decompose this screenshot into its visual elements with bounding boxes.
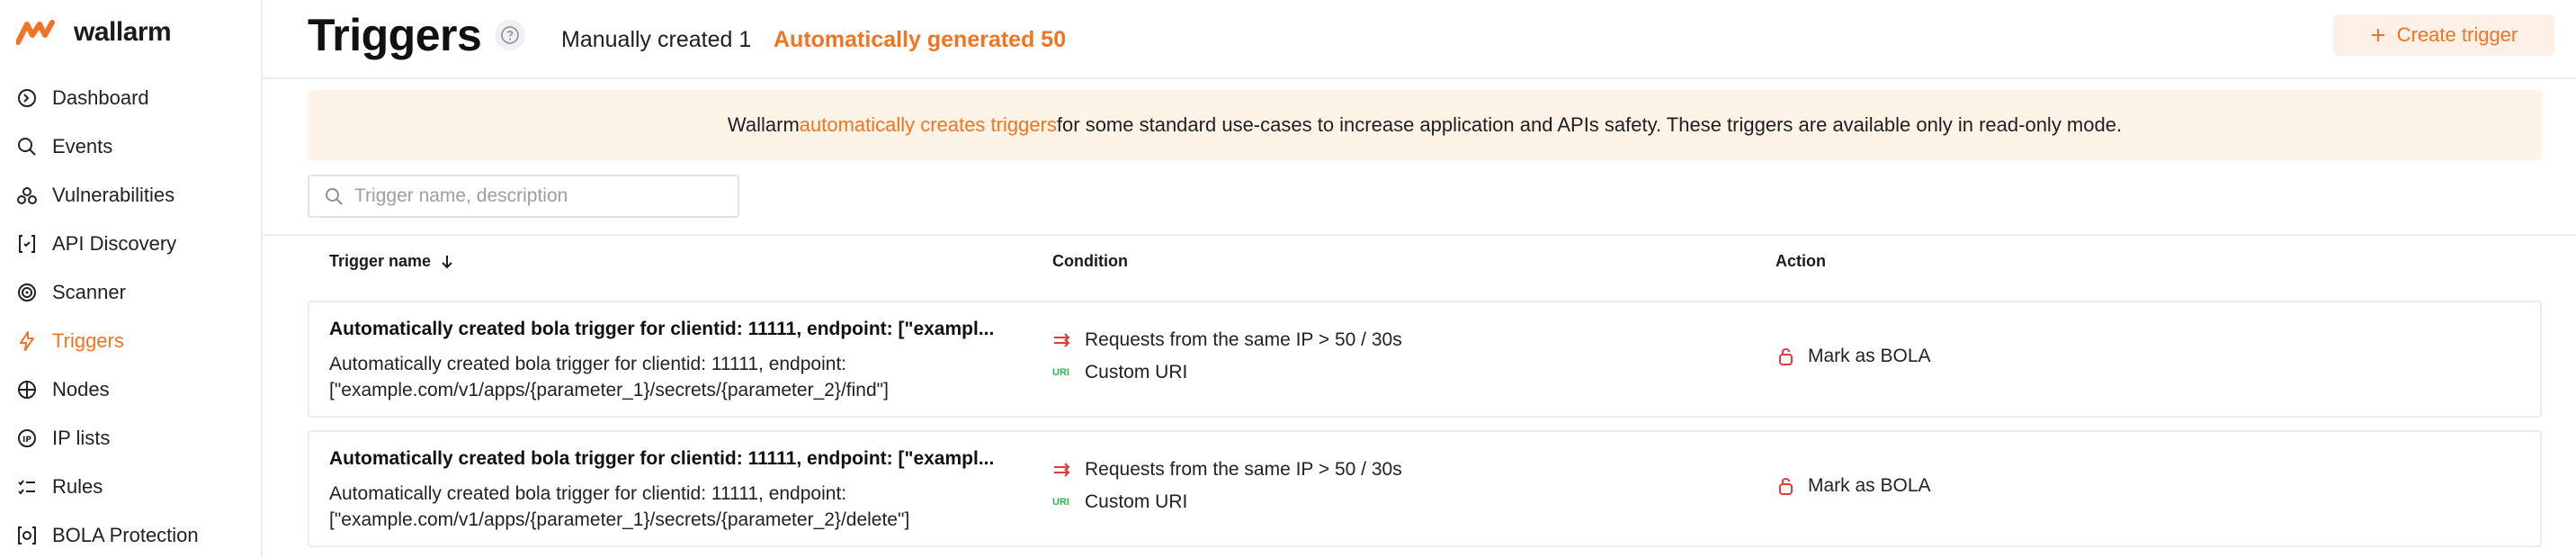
sidebar: wallarm Dashboard Events Vulnerabilities	[0, 0, 263, 558]
sidebar-item-label: Dashboard	[52, 86, 149, 109]
sidebar-item-label: Triggers	[52, 329, 124, 352]
sidebar-item-rules[interactable]: Rules	[16, 463, 250, 511]
scanner-icon	[16, 282, 38, 303]
condition-item: URI Custom URI	[1052, 362, 1187, 383]
search-input[interactable]	[354, 185, 732, 207]
column-header-label: Action	[1775, 252, 1826, 270]
tab-manually-created[interactable]: Manually created 1	[561, 27, 751, 53]
action-item: Mark as BOLA	[1777, 346, 1931, 367]
wallarm-logo-icon	[16, 20, 55, 45]
create-trigger-button[interactable]: Create trigger	[2333, 14, 2554, 56]
search-box	[308, 175, 739, 218]
help-icon[interactable]	[495, 20, 525, 50]
bola-icon	[16, 525, 38, 546]
svg-text:IP: IP	[22, 436, 31, 445]
column-header-label: Condition	[1052, 252, 1128, 270]
table-row[interactable]: Automatically created bola trigger for c…	[308, 301, 2542, 418]
sidebar-item-api-discovery[interactable]: API Discovery	[16, 220, 250, 268]
sidebar-nav: Dashboard Events Vulnerabilities API Dis…	[16, 74, 250, 558]
table-row[interactable]: Automatically created bola trigger for c…	[308, 430, 2542, 547]
search-icon	[16, 136, 38, 158]
condition-item: Requests from the same IP > 50 / 30s	[1052, 329, 1402, 351]
condition-text: Custom URI	[1085, 491, 1188, 512]
sidebar-item-scanner[interactable]: Scanner	[16, 268, 250, 317]
sidebar-item-bola-protection[interactable]: BOLA Protection	[16, 511, 250, 558]
search-icon	[326, 188, 343, 205]
sidebar-item-label: IP lists	[52, 427, 111, 449]
lightning-icon	[16, 330, 38, 352]
sidebar-item-dashboard[interactable]: Dashboard	[16, 74, 250, 122]
uri-icon: URI	[1052, 497, 1069, 508]
sidebar-item-label: Nodes	[52, 378, 110, 400]
condition-item: Requests from the same IP > 50 / 30s	[1052, 459, 1402, 481]
info-banner: Wallarm automatically creates triggers f…	[308, 90, 2542, 160]
sidebar-item-label: Events	[52, 135, 113, 158]
app-root: wallarm Dashboard Events Vulnerabilities	[0, 0, 2576, 558]
divider	[263, 234, 2576, 236]
create-trigger-label: Create trigger	[2396, 23, 2518, 46]
banner-text-after: for some standard use-cases to increase …	[1056, 113, 2123, 136]
condition-item: URI Custom URI	[1052, 491, 1187, 513]
sidebar-item-vulnerabilities[interactable]: Vulnerabilities	[16, 171, 250, 220]
requests-arrow-icon	[1054, 463, 1070, 477]
bola-lock-icon	[1779, 478, 1793, 495]
column-header-label: Trigger name	[329, 252, 432, 270]
page-header: Triggers Manually created 1 Automaticall…	[263, 0, 2576, 79]
biohazard-icon	[16, 184, 38, 206]
dashboard-icon	[16, 87, 38, 109]
column-header-trigger-name[interactable]: Trigger name	[329, 252, 454, 271]
action-item: Mark as BOLA	[1777, 475, 1931, 497]
uri-icon: URI	[1052, 367, 1069, 378]
sidebar-item-label: API Discovery	[52, 232, 177, 255]
sidebar-item-label: BOLA Protection	[52, 524, 199, 546]
bola-lock-icon	[1779, 348, 1793, 365]
trigger-description: Automatically created bola trigger for c…	[329, 354, 889, 400]
sidebar-item-label: Scanner	[52, 281, 126, 303]
sidebar-item-label: Vulnerabilities	[52, 184, 175, 206]
banner-link[interactable]: automatically creates triggers	[800, 113, 1057, 137]
page-title: Triggers	[308, 10, 482, 60]
sidebar-item-triggers[interactable]: Triggers	[16, 317, 250, 365]
column-header-action: Action	[1775, 252, 1826, 271]
trigger-description: Automatically created bola trigger for c…	[329, 483, 910, 530]
sidebar-item-events[interactable]: Events	[16, 122, 250, 171]
logo[interactable]: wallarm	[16, 16, 172, 49]
condition-text: Requests from the same IP > 50 / 30s	[1085, 459, 1402, 480]
banner-text-before: Wallarm	[727, 113, 800, 136]
sidebar-item-label: Rules	[52, 475, 103, 498]
ip-icon: IP	[16, 428, 38, 449]
plus-icon	[2371, 29, 2384, 41]
action-text: Mark as BOLA	[1808, 346, 1931, 366]
nodes-icon	[16, 379, 38, 400]
requests-arrow-icon	[1054, 333, 1070, 347]
condition-text: Requests from the same IP > 50 / 30s	[1085, 329, 1402, 350]
column-header-condition: Condition	[1052, 252, 1128, 271]
tab-automatically-generated[interactable]: Automatically generated 50	[774, 27, 1066, 53]
rules-icon	[16, 476, 38, 498]
action-text: Mark as BOLA	[1808, 475, 1931, 496]
api-discovery-icon	[16, 233, 38, 255]
sort-arrow-down-icon	[442, 255, 452, 268]
sidebar-item-nodes[interactable]: Nodes	[16, 365, 250, 414]
condition-text: Custom URI	[1085, 362, 1188, 382]
logo-text: wallarm	[74, 17, 172, 47]
sidebar-item-ip-lists[interactable]: IP IP lists	[16, 414, 250, 463]
